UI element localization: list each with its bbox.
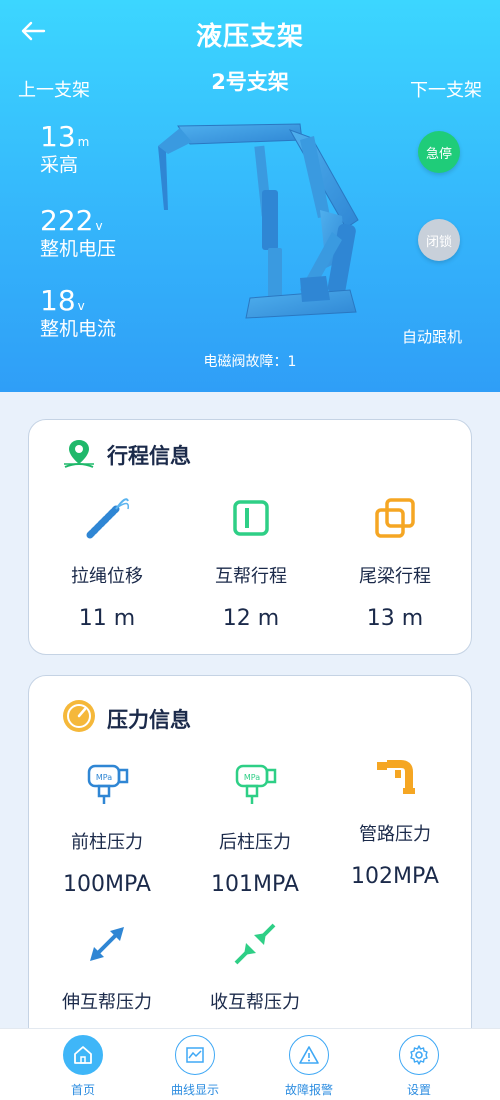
stat-value: 222 [40, 204, 94, 237]
rope-spring-icon [86, 498, 130, 539]
pressure-item-rear-column: MPa 后柱压力 101MPA [185, 756, 325, 897]
svg-text:MPa: MPa [244, 773, 260, 782]
svg-text:MPa: MPa [96, 773, 112, 782]
travel-item-label: 拉绳位移 [71, 566, 143, 587]
pressure-item-value: 102MPA [351, 864, 439, 889]
pipe-icon [377, 760, 415, 794]
travel-item-label: 尾梁行程 [359, 566, 431, 587]
pressure-item-label: 伸互帮压力 [62, 992, 152, 1013]
tab-home[interactable]: 首页 [33, 1035, 133, 1098]
stat-unit: v [95, 219, 103, 233]
pressure-item-label: 管路压力 [359, 824, 431, 845]
tab-settings[interactable]: 设置 [369, 1035, 469, 1098]
pressure-item-extend-mutual: 伸互帮压力 [37, 916, 177, 1014]
auto-follow-button[interactable]: 自动跟机 [402, 326, 462, 347]
pressure-gauge-icon: MPa [87, 764, 129, 804]
hydraulic-support-illustration [158, 123, 359, 319]
warning-icon [289, 1035, 329, 1075]
travel-item-rope: 拉绳位移 11 m [37, 490, 177, 631]
stat-mining-height: 13 m 采高 [40, 122, 89, 178]
travel-item-value: 13 m [366, 606, 424, 631]
pressure-gauge-icon: MPa [235, 764, 277, 804]
solenoid-fault-text: 电磁阀故障：1 [203, 354, 297, 370]
speedometer-icon [63, 700, 95, 732]
pressure-item-value: 101MPA [211, 872, 299, 897]
gear-icon [399, 1035, 439, 1075]
pressure-item-front-column: MPa 前柱压力 100MPA [37, 756, 177, 897]
travel-item-label: 互帮行程 [215, 566, 287, 587]
pressure-card-title: 压力信息 [107, 708, 191, 732]
pressure-item-label: 前柱压力 [71, 832, 143, 853]
travel-item-mutual-help: 互帮行程 12 m [181, 490, 321, 631]
stat-label: 整机电压 [40, 238, 117, 260]
overlap-squares-icon [375, 498, 415, 538]
pressure-info-card: 压力信息 MPa 前柱压力 100MPA MPa 后柱压力 101MPA 管路压… [28, 675, 472, 1055]
stat-unit: m [77, 135, 90, 149]
pressure-item-retract-mutual: 收互帮压力 [185, 916, 325, 1014]
travel-info-card: 行程信息 拉绳位移 11 m 互帮行程 12 m 尾梁行程 13 m [28, 419, 472, 655]
lock-button[interactable]: 闭锁 [418, 219, 460, 261]
stat-current: 18 v 整机电流 [40, 286, 116, 342]
chart-icon [175, 1035, 215, 1075]
expand-arrows-icon [90, 927, 124, 961]
tab-label: 设置 [406, 1083, 431, 1097]
pressure-item-label: 后柱压力 [219, 832, 291, 853]
tab-label: 首页 [70, 1083, 95, 1097]
pressure-item-label: 收互帮压力 [210, 992, 300, 1013]
stat-value: 18 [40, 284, 76, 317]
tab-label: 故障报警 [284, 1083, 333, 1097]
travel-item-tail-beam: 尾梁行程 13 m [325, 490, 465, 631]
header: 液压支架 上一支架 2号支架 下一支架 13 m 采高 222 v 整机电压 18 v… [0, 0, 500, 392]
travel-item-value: 11 m [78, 606, 136, 631]
tab-label: 曲线显示 [170, 1083, 219, 1097]
tab-fault-alarm[interactable]: 故障报警 [259, 1035, 359, 1098]
stat-voltage: 222 v 整机电压 [40, 206, 116, 262]
stat-label: 采高 [40, 154, 79, 176]
bottom-tab-bar: 首页 曲线显示 故障报警 设置 [0, 1028, 500, 1100]
travel-card-title: 行程信息 [107, 444, 191, 468]
stat-value: 13 [40, 120, 76, 153]
emergency-stop-button[interactable]: 急停 [418, 131, 460, 173]
page-title: 液压支架 [195, 22, 304, 52]
stat-label: 整机电流 [40, 318, 117, 340]
tab-curve-display[interactable]: 曲线显示 [145, 1035, 245, 1098]
pressure-item-pipeline: 管路压力 102MPA [325, 748, 465, 889]
next-support-link[interactable]: 下一支架 [410, 76, 482, 102]
pressure-item-value: 100MPA [63, 872, 151, 897]
location-pin-icon [64, 440, 94, 468]
home-icon [63, 1035, 103, 1075]
panel-icon [233, 500, 269, 536]
travel-item-value: 12 m [222, 606, 280, 631]
stat-unit: v [77, 299, 85, 313]
collapse-arrows-icon [234, 923, 276, 965]
